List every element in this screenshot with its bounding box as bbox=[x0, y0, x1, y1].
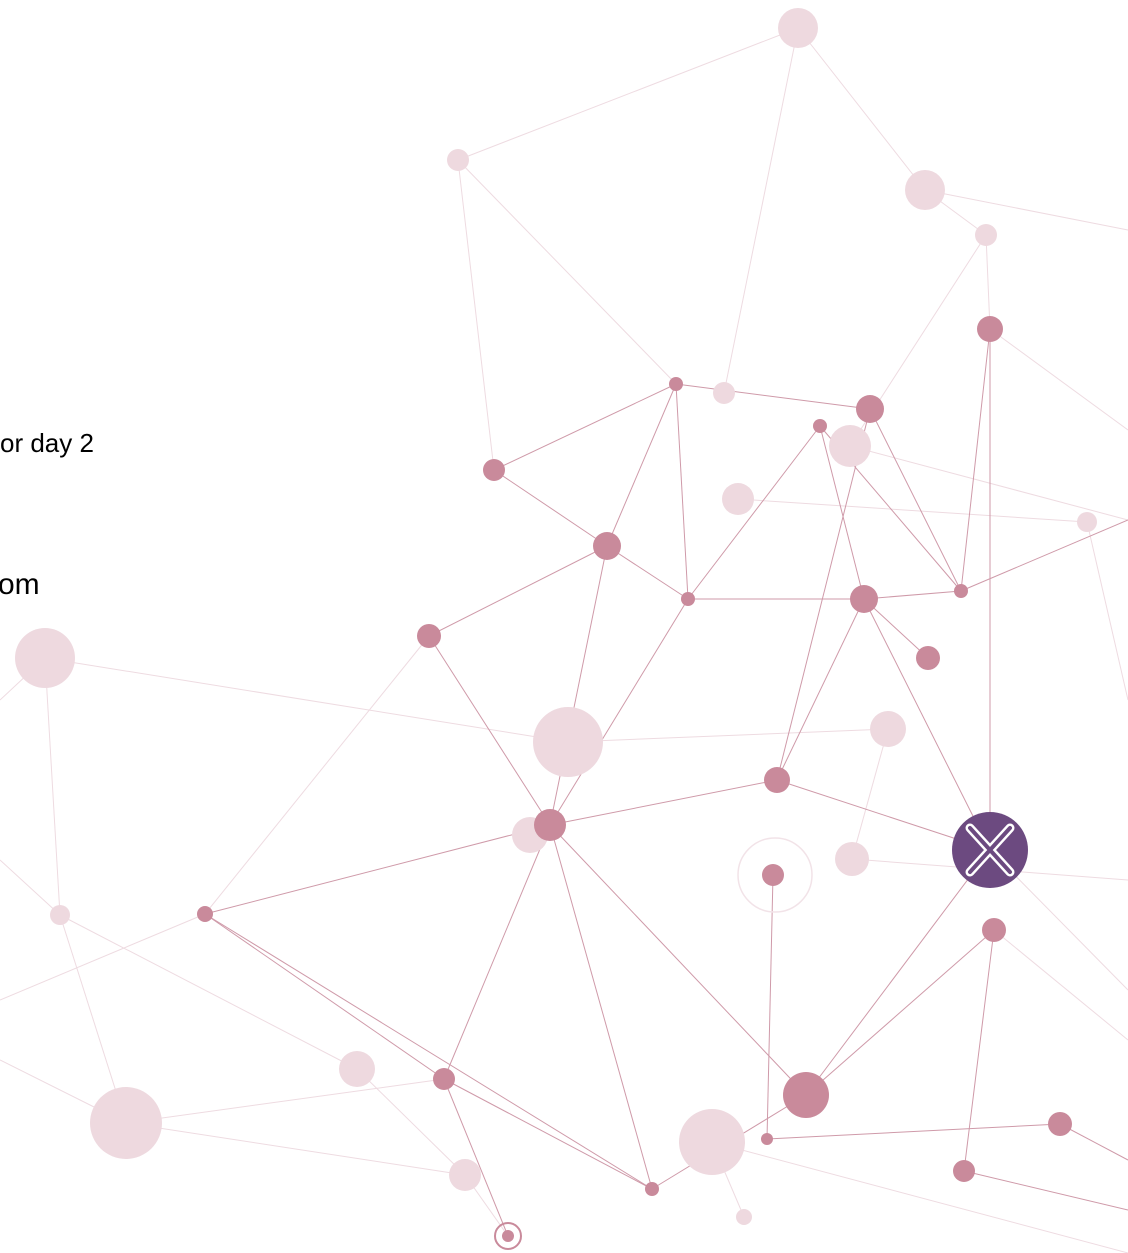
network-edge bbox=[204, 913, 653, 1190]
network-edge bbox=[204, 824, 551, 915]
network-edge bbox=[737, 498, 1088, 523]
network-edge bbox=[675, 383, 871, 410]
network-edge bbox=[960, 328, 991, 592]
network-edge bbox=[0, 859, 61, 916]
network-node bbox=[90, 1087, 162, 1159]
network-edge bbox=[549, 545, 608, 826]
network-edge bbox=[59, 914, 358, 1070]
network-edge bbox=[457, 159, 495, 471]
network-edge bbox=[863, 590, 962, 600]
network-edge bbox=[204, 913, 445, 1080]
network-node bbox=[339, 1051, 375, 1087]
network-node bbox=[850, 585, 878, 613]
network-edge bbox=[723, 27, 799, 394]
network-edge bbox=[797, 27, 926, 191]
network-edge bbox=[549, 779, 778, 826]
network-edge bbox=[549, 824, 653, 1190]
network-edge bbox=[1086, 521, 1128, 701]
network-node bbox=[953, 1160, 975, 1182]
network-node bbox=[593, 532, 621, 560]
network-edge bbox=[44, 657, 569, 743]
network-node bbox=[433, 1068, 455, 1090]
x-logo-icon bbox=[952, 812, 1028, 888]
slide-canvas: or day 2 om bbox=[0, 0, 1128, 1253]
network-edge bbox=[443, 1078, 509, 1237]
network-node bbox=[483, 459, 505, 481]
network-edge bbox=[711, 1141, 1128, 1253]
network-node bbox=[533, 707, 603, 777]
network-node bbox=[870, 711, 906, 747]
network-edge bbox=[924, 189, 1128, 231]
network-edge bbox=[428, 635, 551, 826]
network-edge bbox=[805, 849, 991, 1096]
network-edge bbox=[606, 545, 689, 600]
network-edge bbox=[766, 1123, 1061, 1140]
network-edge bbox=[493, 383, 677, 471]
network-node bbox=[764, 767, 790, 793]
slide-text-line-2: om bbox=[0, 568, 40, 601]
network-node bbox=[783, 1072, 829, 1118]
network-edge bbox=[0, 913, 206, 1001]
network-node bbox=[713, 382, 735, 404]
network-edge bbox=[567, 728, 889, 743]
network-edge bbox=[125, 1078, 445, 1124]
network-node bbox=[977, 316, 1003, 342]
network-node bbox=[669, 377, 683, 391]
network-edge bbox=[443, 824, 551, 1080]
network-node bbox=[975, 224, 997, 246]
network-node bbox=[762, 864, 784, 886]
network-edge bbox=[851, 728, 889, 860]
network-node bbox=[679, 1109, 745, 1175]
network-node bbox=[778, 8, 818, 48]
network-edge bbox=[44, 657, 61, 916]
network-node bbox=[1048, 1112, 1072, 1136]
network-node bbox=[905, 170, 945, 210]
network-edge bbox=[675, 383, 689, 600]
network-node bbox=[417, 624, 441, 648]
network-node bbox=[645, 1182, 659, 1196]
network-node bbox=[829, 425, 871, 467]
network-edge bbox=[687, 425, 821, 600]
network-node bbox=[722, 483, 754, 515]
network-node bbox=[954, 584, 968, 598]
network-node bbox=[835, 842, 869, 876]
slide-text-line-1: or day 2 bbox=[0, 428, 94, 458]
network-edge bbox=[993, 929, 1128, 1041]
network-edge bbox=[960, 519, 1128, 592]
network-edge bbox=[989, 328, 1128, 431]
network-edge bbox=[204, 635, 430, 915]
network-node bbox=[856, 395, 884, 423]
network-edge bbox=[805, 929, 995, 1096]
network-edge bbox=[766, 874, 774, 1140]
network-edge bbox=[606, 383, 677, 547]
network-graphic bbox=[0, 8, 1128, 1253]
network-edge bbox=[963, 1170, 1128, 1211]
network-edge bbox=[125, 1122, 466, 1176]
network-node bbox=[681, 592, 695, 606]
network-node bbox=[982, 918, 1006, 942]
network-node bbox=[736, 1209, 752, 1225]
network-node bbox=[50, 905, 70, 925]
network-node bbox=[813, 419, 827, 433]
network-edge bbox=[428, 545, 608, 637]
target-node bbox=[494, 1222, 522, 1250]
network-node bbox=[449, 1159, 481, 1191]
network-edge bbox=[963, 929, 995, 1172]
network-node bbox=[761, 1133, 773, 1145]
network-edge bbox=[493, 469, 608, 547]
network-edge bbox=[985, 234, 991, 330]
network-node bbox=[534, 809, 566, 841]
network-edge bbox=[457, 27, 799, 161]
network-node bbox=[1077, 512, 1097, 532]
network-node bbox=[15, 628, 75, 688]
network-edge bbox=[457, 159, 677, 385]
network-node bbox=[916, 646, 940, 670]
network-node bbox=[197, 906, 213, 922]
network-edge bbox=[776, 598, 865, 781]
network-node bbox=[447, 149, 469, 171]
